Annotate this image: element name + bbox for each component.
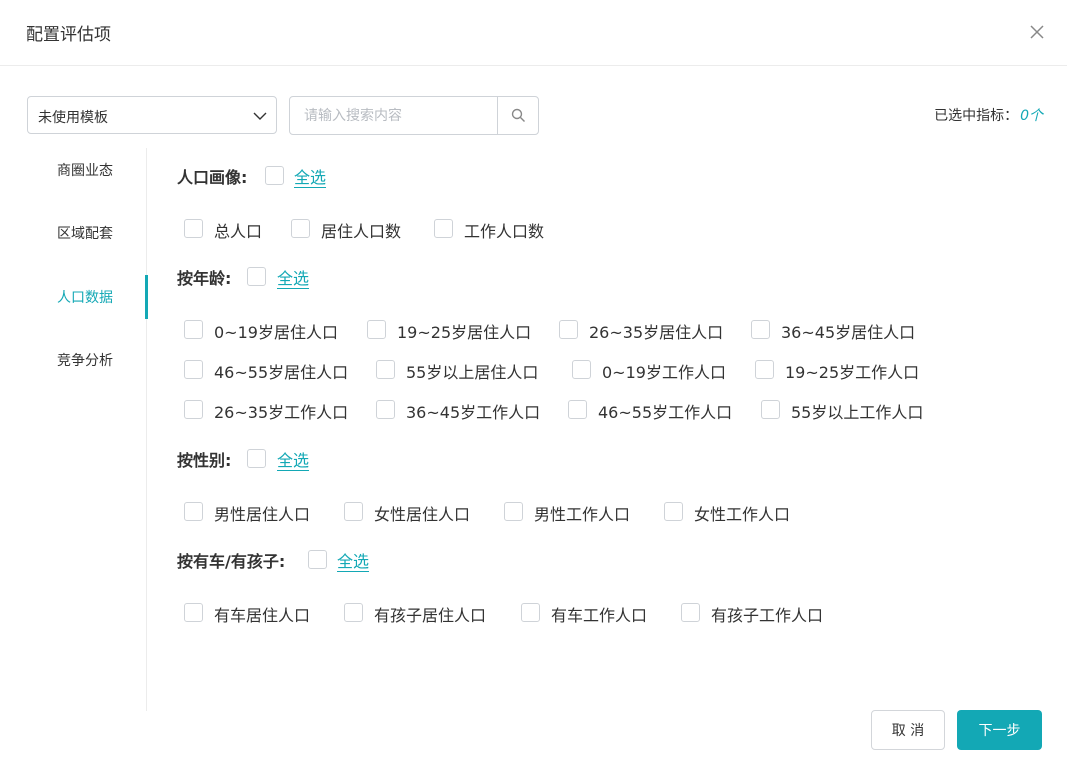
option-label: 55岁以上工作人口 [791,403,924,422]
template-select[interactable]: 未使用模板 [27,96,277,134]
option-label: 0~19岁工作人口 [602,363,726,382]
option-label: 居住人口数 [321,222,402,241]
search-icon [511,108,525,122]
checkbox[interactable] [681,603,700,622]
selected-indicators-count: 0个 [1020,108,1043,124]
option-label: 0~19岁居住人口 [214,323,338,342]
select-all-checkbox[interactable] [308,550,327,569]
select-all-checkbox[interactable] [265,166,284,185]
option-label: 男性工作人口 [534,505,631,524]
option-label: 有车居住人口 [214,606,311,625]
dialog-header: 配置评估项 [0,0,1067,66]
cancel-button[interactable]: 取 消 [871,710,945,750]
option-label: 女性工作人口 [694,505,791,524]
checkbox[interactable] [504,502,523,521]
sidebar-item-competition[interactable]: 竞争分析 [0,338,147,382]
chevron-down-icon [252,108,268,124]
checkbox[interactable] [434,219,453,238]
sidebar-item-commerce[interactable]: 商圈业态 [0,148,147,192]
option-label: 26~35岁工作人口 [214,403,349,422]
sidebar-item-label: 竞争分析 [57,353,113,369]
checkbox[interactable] [291,219,310,238]
checkbox[interactable] [184,502,203,521]
checkbox[interactable] [572,360,591,379]
sidebar-item-population[interactable]: 人口数据 [0,275,148,319]
checkbox[interactable] [559,320,578,339]
checkbox[interactable] [367,320,386,339]
close-icon[interactable] [1026,21,1048,43]
checkbox[interactable] [664,502,683,521]
dialog-title: 配置评估项 [26,25,111,45]
select-all-link[interactable]: 全选 [277,265,309,289]
checkbox[interactable] [184,320,203,339]
option-label: 女性居住人口 [374,505,471,524]
checkbox[interactable] [376,360,395,379]
checkbox[interactable] [184,400,203,419]
selected-indicators-label: 已选中指标： [934,108,1019,124]
checkbox[interactable] [184,360,203,379]
option-label: 总人口 [214,222,263,241]
template-select-value: 未使用模板 [38,110,108,126]
search-box [289,96,539,135]
select-all-link[interactable]: 全选 [294,164,326,188]
option-label: 26~35岁居住人口 [589,323,724,342]
option-label: 有孩子工作人口 [711,606,824,625]
checkbox[interactable] [344,603,363,622]
selected-indicators: 已选中指标： 0个 [934,105,1043,125]
sidebar-item-label: 商圈业态 [57,163,113,179]
search-button[interactable] [497,97,538,134]
active-indicator [145,275,148,319]
checkbox[interactable] [568,400,587,419]
group-title-by-gender: 按性别: [177,451,232,470]
option-label: 工作人口数 [464,222,545,241]
option-label: 46~55岁居住人口 [214,363,349,382]
select-all-link[interactable]: 全选 [277,447,309,471]
checkbox[interactable] [376,400,395,419]
group-title-by-age: 按年龄: [177,269,232,288]
select-all-link[interactable]: 全选 [337,548,369,572]
sidebar-item-label: 人口数据 [57,290,113,306]
checkbox[interactable] [184,603,203,622]
option-label: 36~45岁居住人口 [781,323,916,342]
checkbox[interactable] [755,360,774,379]
group-title-by-car-children: 按有车/有孩子: [177,552,286,571]
select-all-checkbox[interactable] [247,449,266,468]
search-input[interactable] [290,97,498,134]
sidebar-item-facilities[interactable]: 区域配套 [0,211,147,255]
option-label: 46~55岁工作人口 [598,403,733,422]
option-label: 55岁以上居住人口 [406,363,539,382]
checkbox[interactable] [751,320,770,339]
group-title-population-profile: 人口画像: [177,168,248,187]
option-label: 有车工作人口 [551,606,648,625]
checkbox[interactable] [761,400,780,419]
option-label: 有孩子居住人口 [374,606,487,625]
checkbox[interactable] [344,502,363,521]
category-sidebar: 商圈业态 区域配套 人口数据 竞争分析 [0,148,148,711]
checkbox[interactable] [521,603,540,622]
sidebar-item-label: 区域配套 [57,226,113,242]
option-label: 男性居住人口 [214,505,311,524]
option-label: 19~25岁居住人口 [397,323,532,342]
option-label: 36~45岁工作人口 [406,403,541,422]
checkbox[interactable] [184,219,203,238]
select-all-checkbox[interactable] [247,267,266,286]
next-step-button[interactable]: 下一步 [957,710,1042,750]
option-label: 19~25岁工作人口 [785,363,920,382]
